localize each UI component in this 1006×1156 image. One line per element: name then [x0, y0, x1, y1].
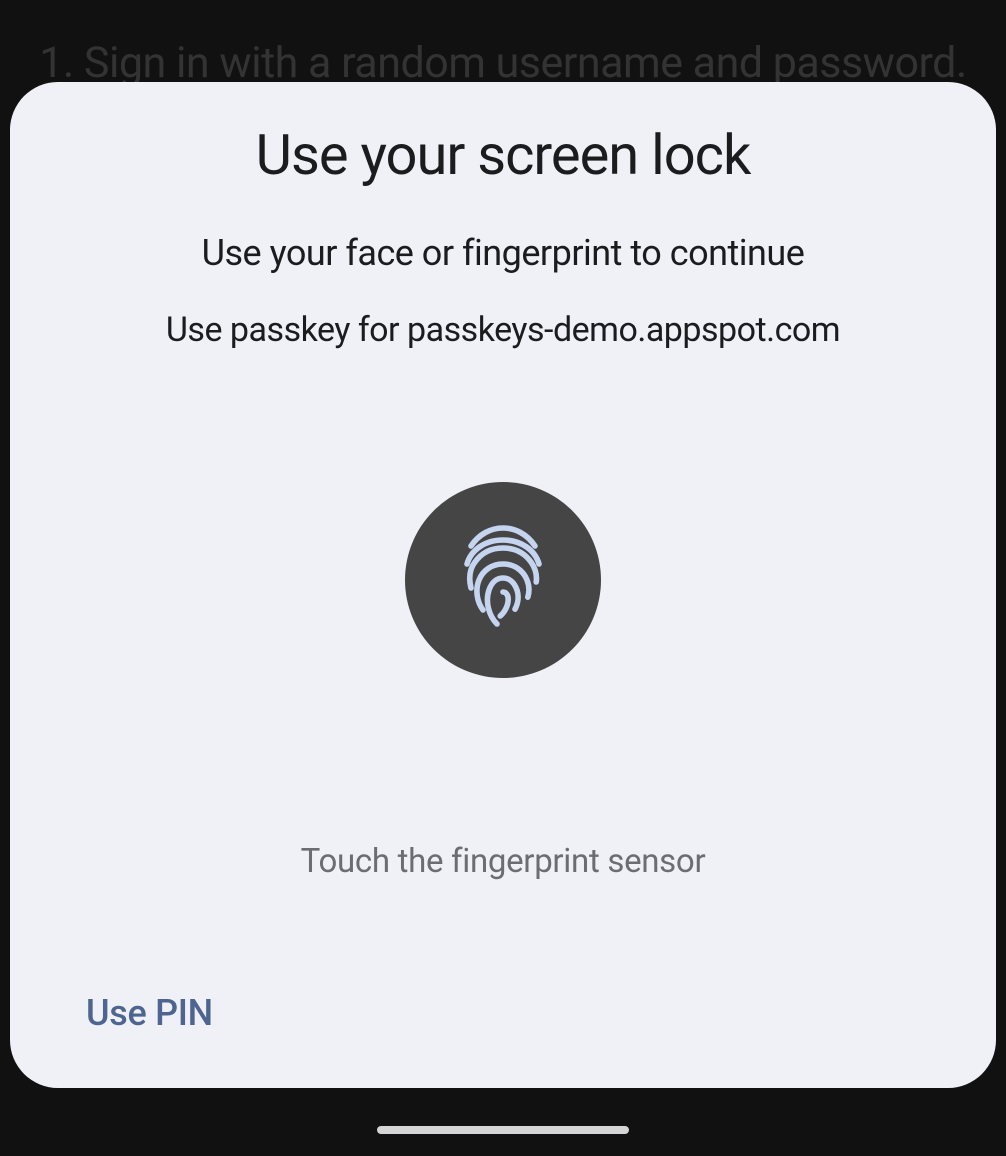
background-step-text: 1. Sign in with a random username and pa… [0, 38, 1006, 88]
fingerprint-icon [455, 524, 551, 636]
biometric-dialog: Use your screen lock Use your face or fi… [10, 82, 996, 1088]
fingerprint-sensor[interactable] [405, 482, 601, 678]
use-pin-button[interactable]: Use PIN [86, 992, 213, 1034]
fingerprint-hint: Touch the fingerprint sensor [301, 842, 706, 881]
home-indicator[interactable] [377, 1126, 629, 1134]
dialog-passkey-line: Use passkey for passkeys-demo.appspot.co… [166, 310, 840, 350]
dialog-title: Use your screen lock [256, 122, 751, 188]
dialog-subtitle: Use your face or fingerprint to continue [202, 232, 805, 274]
